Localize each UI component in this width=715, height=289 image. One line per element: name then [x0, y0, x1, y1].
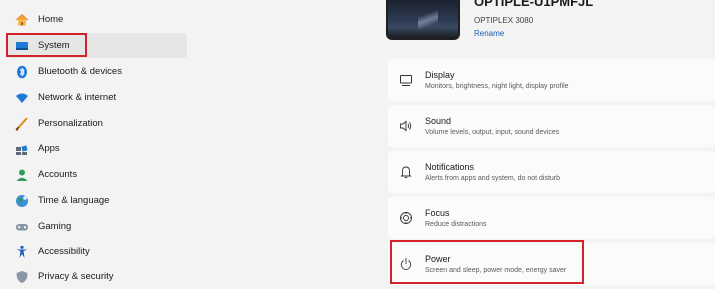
sidebar-item-label: Privacy & security — [38, 271, 114, 282]
sidebar-item-system[interactable]: System — [7, 33, 187, 58]
accounts-icon — [15, 168, 29, 182]
setting-description: Alerts from apps and system, do not dist… — [425, 175, 561, 182]
apps-icon — [15, 142, 29, 156]
setting-power[interactable]: Power Screen and sleep, power mode, ener… — [388, 243, 715, 285]
setting-title: Notifications — [425, 162, 475, 172]
setting-title: Sound — [425, 116, 452, 126]
speaker-icon — [398, 118, 414, 134]
system-icon — [15, 39, 29, 53]
device-model: OPTIPLEX 3080 — [474, 16, 534, 25]
sidebar-nav: Home System Bluetooth & devices Network … — [0, 0, 195, 284]
setting-notifications[interactable]: Notifications Alerts from apps and syste… — [388, 151, 715, 193]
sidebar-item-label: Accessibility — [38, 246, 90, 257]
power-icon — [398, 256, 414, 272]
sidebar-item-bluetooth[interactable]: Bluetooth & devices — [7, 59, 187, 84]
sidebar-item-label: Personalization — [38, 118, 103, 129]
device-name: OPTIPLE-U1PMFJL — [474, 0, 594, 9]
brush-icon — [15, 116, 29, 131]
setting-focus[interactable]: Focus Reduce distractions — [388, 197, 715, 239]
bluetooth-icon — [15, 65, 29, 79]
sidebar-item-label: Apps — [38, 143, 60, 154]
sidebar-item-network[interactable]: Network & internet — [7, 85, 187, 110]
focus-icon — [398, 210, 414, 226]
setting-description: Screen and sleep, power mode, energy sav… — [425, 267, 567, 274]
setting-description: Reduce distractions — [425, 221, 487, 228]
sidebar-item-label: Home — [38, 14, 64, 25]
setting-title: Power — [425, 254, 451, 264]
device-wallpaper-thumbnail — [386, 0, 460, 40]
sidebar-item-label: Gaming — [38, 221, 72, 232]
sidebar-item-label: Network & internet — [38, 92, 117, 103]
sidebar-item-label: System — [38, 40, 70, 51]
setting-sound[interactable]: Sound Volume levels, output, input, soun… — [388, 105, 715, 147]
sidebar-item-apps[interactable]: Apps — [7, 136, 187, 161]
sidebar-item-personalization[interactable]: Personalization — [7, 111, 187, 136]
home-icon — [15, 13, 29, 27]
sidebar-item-accessibility[interactable]: Accessibility — [7, 239, 187, 264]
sidebar-item-accounts[interactable]: Accounts — [7, 162, 187, 187]
setting-description: Monitors, brightness, night light, displ… — [425, 83, 569, 90]
setting-description: Volume levels, output, input, sound devi… — [425, 129, 560, 136]
setting-title: Focus — [425, 208, 450, 218]
sidebar-item-time-language[interactable]: Time & language — [7, 188, 187, 213]
sidebar-item-label: Bluetooth & devices — [38, 66, 122, 77]
sidebar-item-gaming[interactable]: Gaming — [7, 214, 187, 239]
sidebar-item-home[interactable]: Home — [7, 7, 187, 32]
accessibility-icon — [15, 245, 29, 259]
sidebar-item-label: Accounts — [38, 169, 78, 180]
gamepad-icon — [15, 220, 29, 234]
shield-icon — [15, 270, 29, 284]
setting-display[interactable]: Display Monitors, brightness, night ligh… — [388, 59, 715, 101]
rename-link[interactable]: Rename — [474, 29, 504, 38]
network-icon — [15, 91, 29, 105]
sidebar-item-privacy[interactable]: Privacy & security — [7, 264, 187, 289]
monitor-icon — [398, 72, 414, 88]
setting-title: Display — [425, 70, 455, 80]
globe-icon — [15, 194, 29, 208]
sidebar-item-label: Time & language — [38, 195, 110, 206]
bell-icon — [398, 164, 414, 180]
